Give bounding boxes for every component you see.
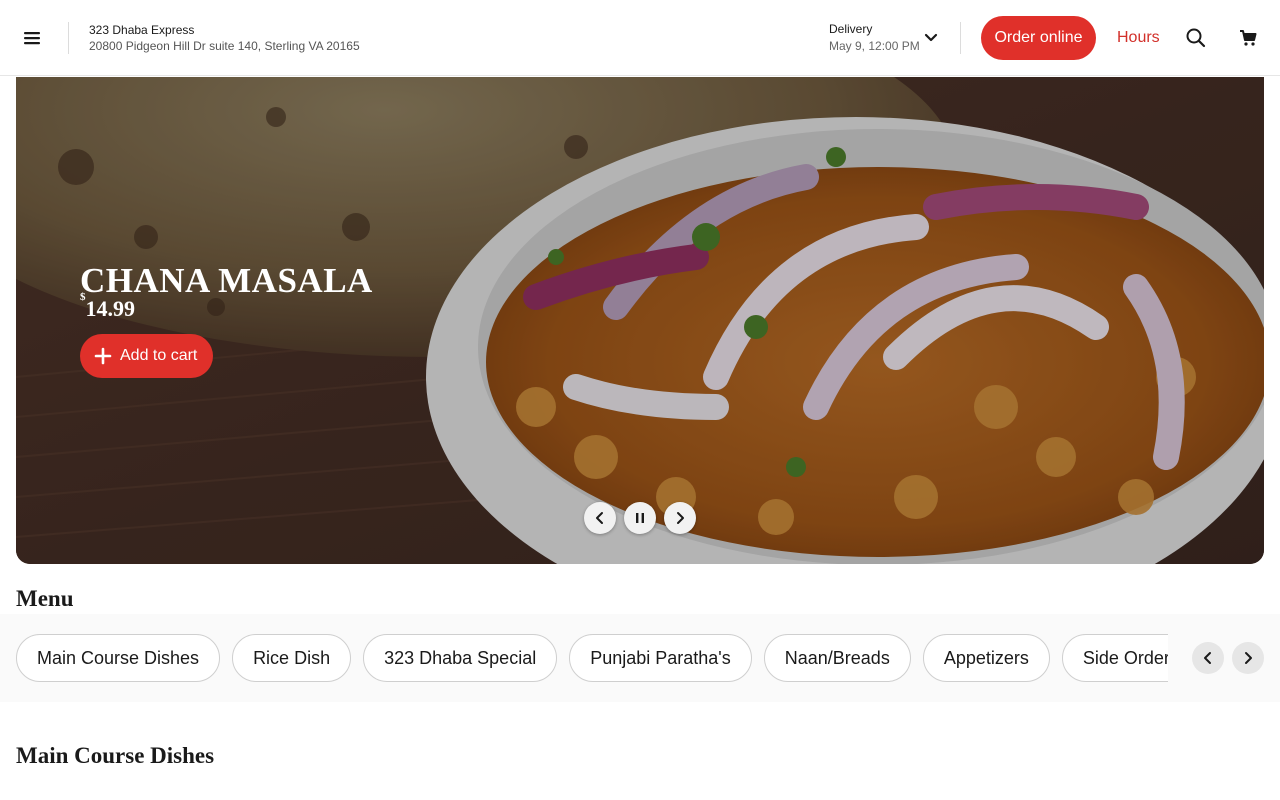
category-pill[interactable]: 323 Dhaba Special bbox=[363, 634, 558, 682]
cart-button[interactable] bbox=[1239, 29, 1257, 52]
pause-icon bbox=[636, 513, 644, 523]
price-value: 14.99 bbox=[85, 296, 136, 321]
store-address: 20800 Pidgeon Hill Dr suite 140, Sterlin… bbox=[89, 39, 360, 53]
hamburger-menu-button[interactable] bbox=[18, 24, 46, 52]
category-scroll-left-button[interactable] bbox=[1192, 642, 1224, 674]
delivery-time: May 9, 12:00 PM bbox=[829, 39, 920, 53]
category-pill[interactable]: Rice Dish bbox=[232, 634, 352, 682]
category-scroll-right-button[interactable] bbox=[1232, 642, 1264, 674]
delivery-selector[interactable]: Delivery May 9, 12:00 PM bbox=[829, 21, 920, 55]
cart-icon bbox=[1240, 30, 1257, 46]
food-photo bbox=[16, 77, 1264, 564]
featured-item-price: $14.99 bbox=[80, 291, 136, 322]
carousel-pause-button[interactable] bbox=[624, 502, 656, 534]
chevron-right-icon bbox=[677, 512, 684, 524]
chevron-right-icon bbox=[1245, 652, 1252, 664]
menu-heading: Menu bbox=[16, 586, 74, 611]
currency-symbol: $ bbox=[80, 290, 86, 303]
carousel-previous-button[interactable] bbox=[584, 502, 616, 534]
search-button[interactable] bbox=[1185, 27, 1207, 54]
store-info: 323 Dhaba Express 20800 Pidgeon Hill Dr … bbox=[89, 22, 360, 54]
delivery-label: Delivery bbox=[829, 22, 873, 36]
category-pill[interactable]: Naan/Breads bbox=[763, 634, 911, 682]
chevron-down-icon bbox=[924, 33, 938, 42]
order-online-button[interactable]: Order online bbox=[981, 16, 1096, 60]
hero-banner: CHANA MASALA $14.99 Add to cart bbox=[16, 77, 1264, 564]
category-pill[interactable]: Main Course Dishes bbox=[16, 634, 221, 682]
plus-icon bbox=[94, 347, 112, 365]
store-name: 323 Dhaba Express bbox=[89, 23, 195, 37]
add-to-cart-button[interactable]: Add to cart bbox=[80, 334, 213, 378]
category-pill[interactable]: Punjabi Paratha's bbox=[569, 634, 752, 682]
search-icon bbox=[1186, 28, 1206, 48]
hamburger-menu-icon bbox=[24, 32, 40, 45]
category-nav: Main Course Dishes Rice Dish 323 Dhaba S… bbox=[0, 614, 1280, 702]
category-pill[interactable]: Side Orders bbox=[1061, 634, 1168, 682]
category-scroll-area: Main Course Dishes Rice Dish 323 Dhaba S… bbox=[16, 634, 1168, 684]
header-divider bbox=[960, 22, 961, 54]
site-header: 323 Dhaba Express 20800 Pidgeon Hill Dr … bbox=[0, 0, 1280, 76]
category-pill[interactable]: Appetizers bbox=[922, 634, 1050, 682]
featured-item-title: CHANA MASALA bbox=[80, 261, 373, 300]
hours-link[interactable]: Hours bbox=[1117, 29, 1160, 47]
chevron-left-icon bbox=[596, 512, 603, 524]
chevron-left-icon bbox=[1204, 652, 1211, 664]
add-to-cart-label: Add to cart bbox=[120, 347, 198, 364]
header-divider bbox=[68, 22, 69, 54]
section-heading: Main Course Dishes bbox=[16, 743, 215, 768]
carousel-next-button[interactable] bbox=[664, 502, 696, 534]
category-pills: Main Course Dishes Rice Dish 323 Dhaba S… bbox=[16, 634, 1168, 682]
delivery-dropdown-button[interactable] bbox=[922, 29, 940, 52]
